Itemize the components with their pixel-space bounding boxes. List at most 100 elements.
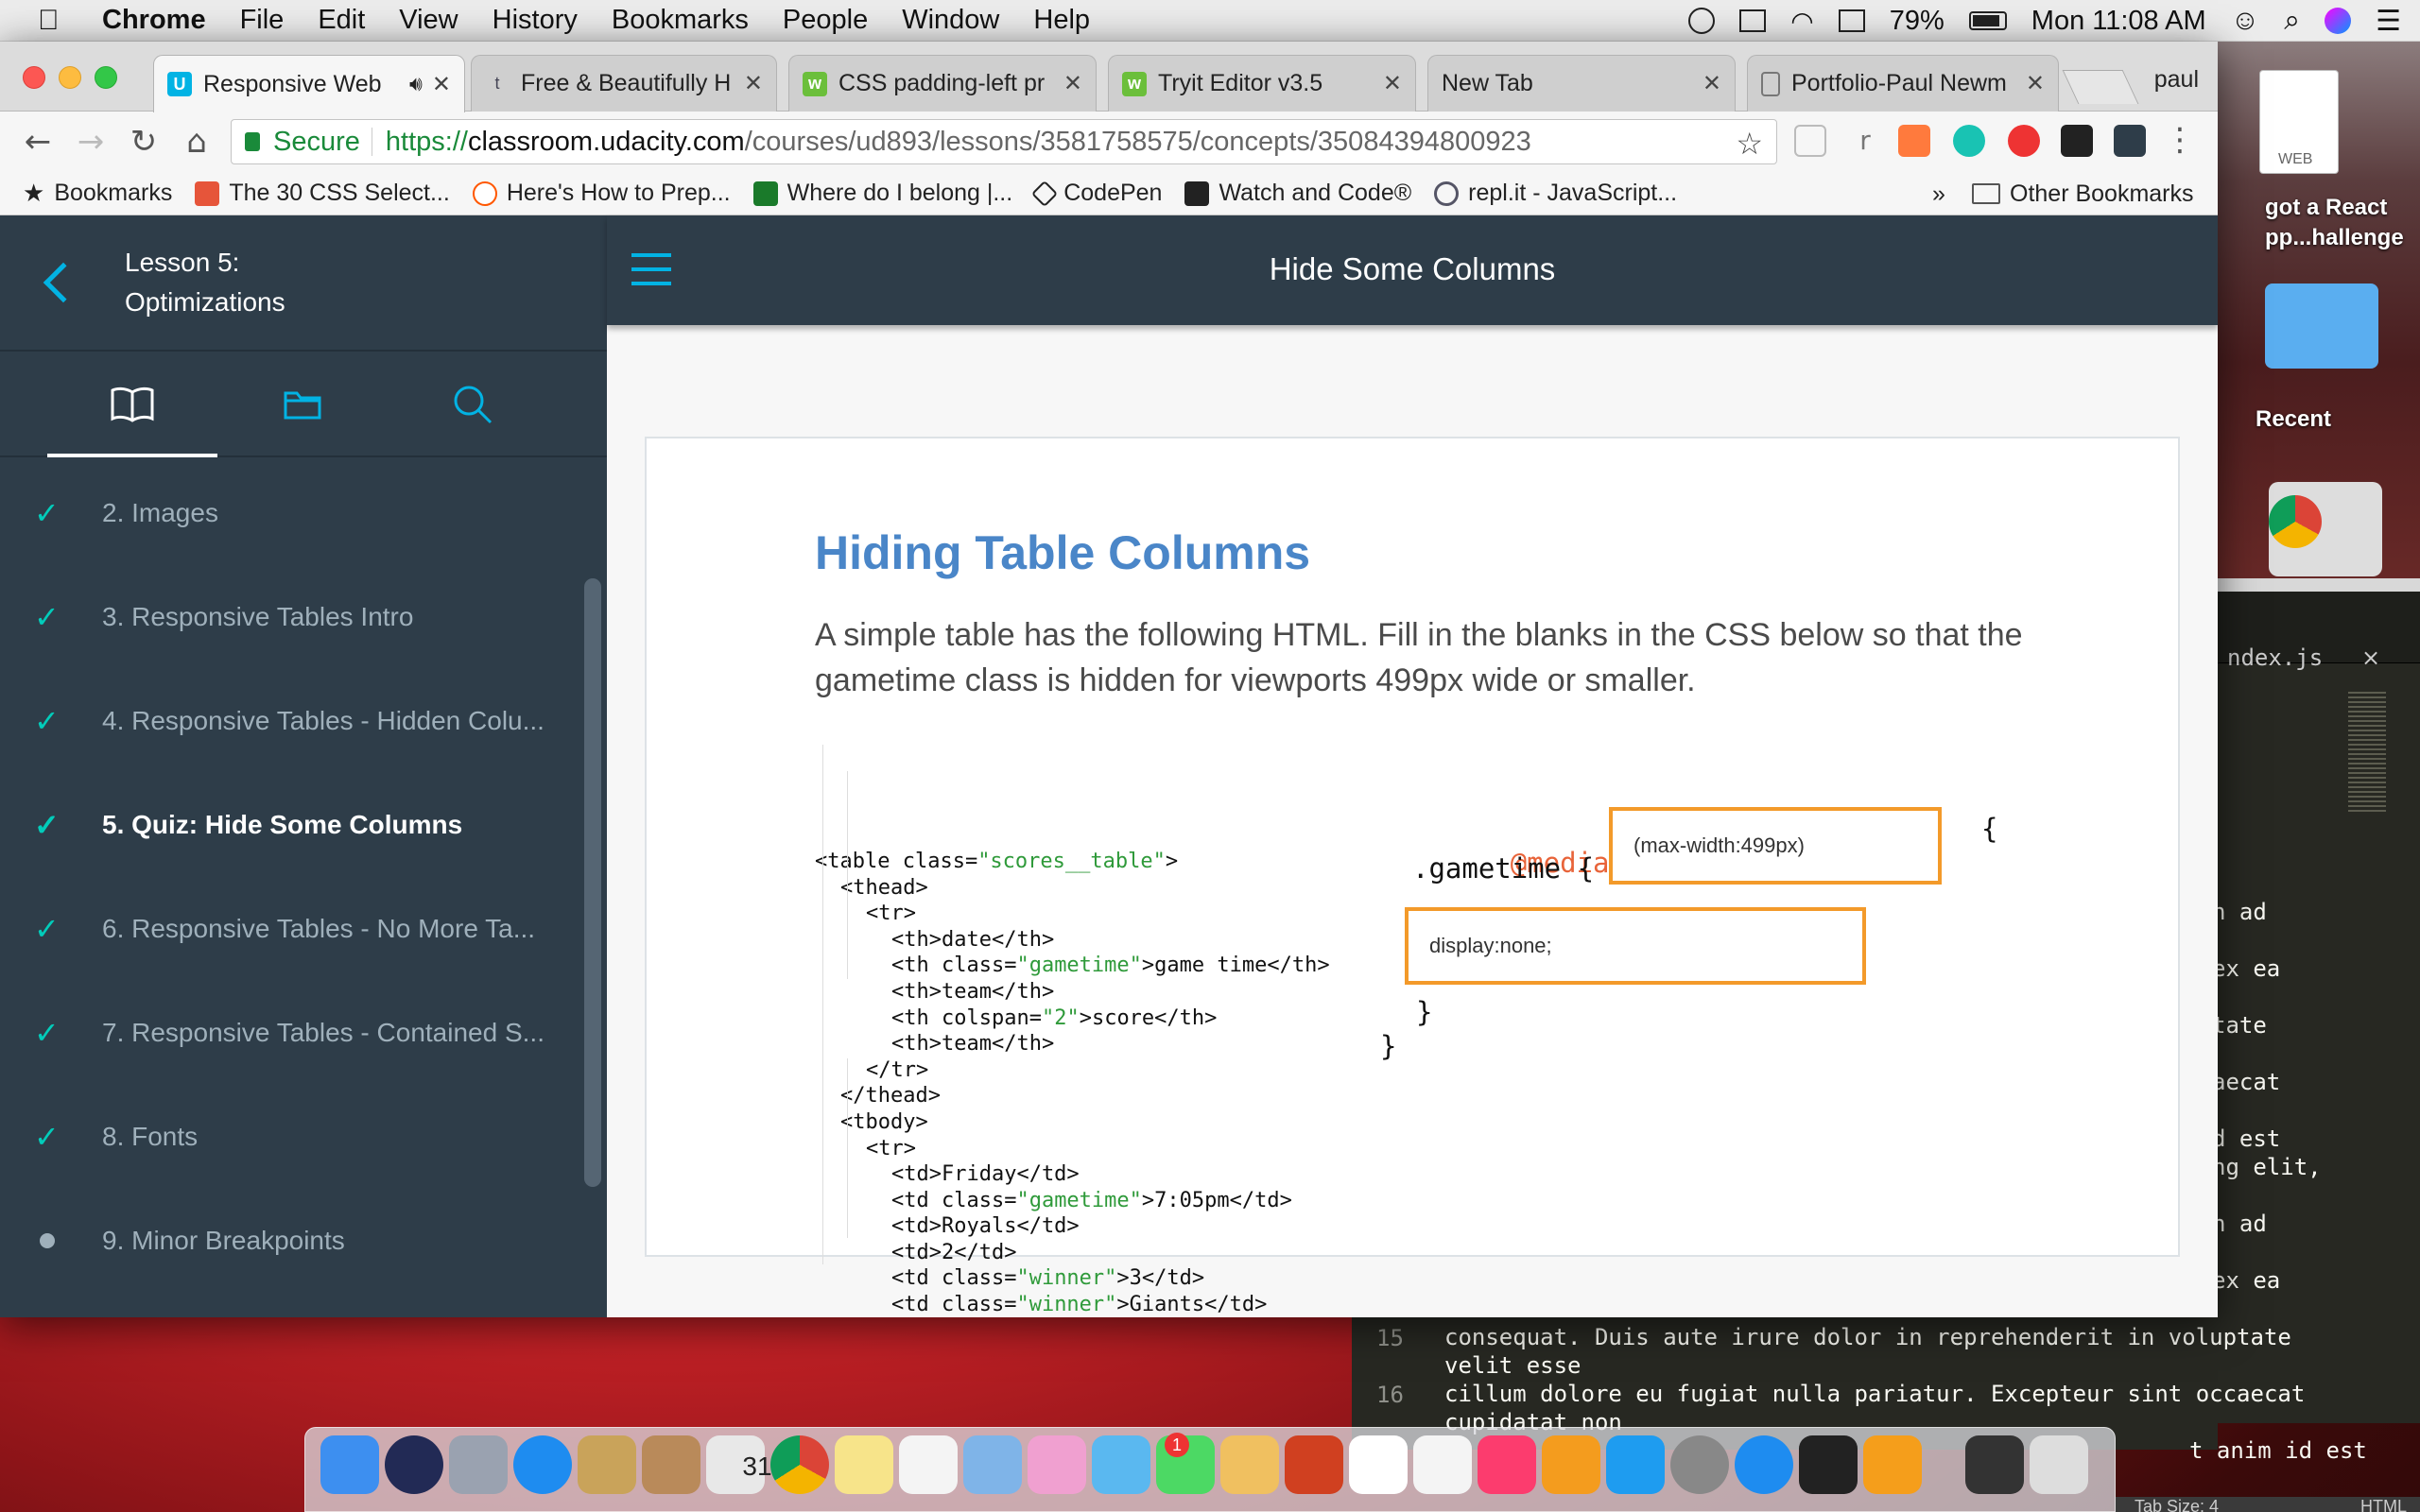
back-arrow-icon[interactable]: ← bbox=[23, 123, 53, 161]
address-bar[interactable]: Secure https:// classroom.udacity.com /c… bbox=[231, 119, 1777, 164]
terminal-icon[interactable] bbox=[1799, 1435, 1858, 1494]
forward-arrow-icon[interactable]: → bbox=[76, 123, 106, 161]
finder-icon[interactable] bbox=[320, 1435, 379, 1494]
editor-minimap[interactable] bbox=[2348, 692, 2386, 815]
answer-input-declaration[interactable]: display:none; bbox=[1405, 907, 1866, 985]
tab-close-icon[interactable]: ✕ bbox=[432, 71, 451, 98]
menu-file[interactable]: File bbox=[240, 5, 285, 36]
extension-tomato-icon[interactable] bbox=[2008, 125, 2040, 157]
menu-help[interactable]: Help bbox=[1033, 5, 1090, 36]
contacts-icon[interactable] bbox=[642, 1435, 700, 1494]
tab-free-beautifully[interactable]: t Free & Beautifully H ✕ bbox=[471, 55, 777, 112]
teamviewer-icon[interactable] bbox=[1735, 1435, 1793, 1494]
bookmark-item[interactable]: CodePen bbox=[1031, 180, 1162, 207]
extension-amazon-icon[interactable] bbox=[2061, 125, 2093, 157]
itunes-icon[interactable] bbox=[1478, 1435, 1536, 1494]
do-not-disturb-icon[interactable] bbox=[1688, 8, 1716, 34]
tab-new-tab[interactable]: New Tab ✕ bbox=[1427, 55, 1736, 112]
bookmark-star-icon[interactable]: ☆ bbox=[1736, 126, 1763, 162]
notification-center-icon[interactable]: ☰ bbox=[2376, 5, 2401, 38]
tab-concepts[interactable] bbox=[47, 352, 217, 457]
apple-icon[interactable]:  bbox=[38, 5, 70, 37]
tab-search[interactable] bbox=[388, 352, 558, 457]
chrome-menu-icon[interactable]: ⋮ bbox=[2164, 121, 2196, 159]
new-tab-button[interactable] bbox=[2062, 70, 2139, 104]
close-window-button[interactable] bbox=[23, 66, 45, 89]
numbers-icon[interactable] bbox=[1285, 1435, 1343, 1494]
keynote-icon[interactable] bbox=[1349, 1435, 1408, 1494]
bookmark-item[interactable]: Here's How to Prep... bbox=[472, 180, 731, 207]
other-bookmarks-button[interactable]: Other Bookmarks bbox=[1972, 172, 2194, 215]
system-preferences-icon[interactable] bbox=[1670, 1435, 1729, 1494]
tab-css-padding-left[interactable]: w CSS padding-left pr ✕ bbox=[788, 55, 1097, 112]
tab-close-icon[interactable]: ✕ bbox=[744, 70, 763, 97]
siri-icon[interactable] bbox=[2325, 8, 2352, 34]
airplay-icon[interactable] bbox=[1838, 9, 1865, 32]
messages-icon[interactable] bbox=[1092, 1435, 1150, 1494]
screen-mirror-icon[interactable] bbox=[1739, 9, 1767, 32]
answer-input-media-query[interactable]: (max-width:499px) bbox=[1609, 807, 1942, 885]
lesson-item[interactable]: 9. Minor Breakpoints bbox=[0, 1189, 586, 1293]
sublime-text-icon[interactable] bbox=[1863, 1435, 1922, 1494]
extension-m-icon[interactable] bbox=[1953, 125, 1985, 157]
ibooks-icon[interactable] bbox=[1542, 1435, 1600, 1494]
bookmark-item[interactable]: repl.it - JavaScript... bbox=[1434, 180, 1677, 207]
lesson-item[interactable]: ✓ 4. Responsive Tables - Hidden Colu... bbox=[0, 669, 586, 773]
extension-udacity-icon[interactable] bbox=[2114, 125, 2146, 157]
tab-close-icon[interactable]: ✕ bbox=[1383, 70, 1402, 97]
app-store-icon[interactable] bbox=[1606, 1435, 1665, 1494]
desktop-item-label-2[interactable]: pp...hallenge bbox=[2265, 225, 2404, 251]
mail-icon[interactable] bbox=[578, 1435, 636, 1494]
extension-hubspot-icon[interactable] bbox=[1898, 125, 1930, 157]
bookmark-item[interactable]: ★ Bookmarks bbox=[23, 179, 172, 208]
bookmark-item[interactable]: The 30 CSS Select... bbox=[195, 180, 450, 207]
safari-icon[interactable] bbox=[513, 1435, 572, 1494]
user-icon[interactable]: ☺ bbox=[2231, 5, 2260, 37]
menu-window[interactable]: Window bbox=[902, 5, 999, 36]
launchpad-icon[interactable] bbox=[449, 1435, 508, 1494]
pages-icon[interactable] bbox=[1220, 1435, 1279, 1494]
tab-close-icon[interactable]: ✕ bbox=[2026, 70, 2045, 97]
desktop-folder-icon[interactable] bbox=[2265, 284, 2378, 369]
menu-people[interactable]: People bbox=[783, 5, 868, 36]
lesson-item[interactable]: ✓ 7. Responsive Tables - Contained S... bbox=[0, 981, 586, 1085]
editor-tab-close-icon[interactable]: × bbox=[2361, 644, 2380, 671]
menu-edit[interactable]: Edit bbox=[318, 5, 365, 36]
chrome-app-icon[interactable] bbox=[2269, 495, 2322, 548]
siri-icon[interactable] bbox=[385, 1435, 443, 1494]
extension-cube-icon[interactable] bbox=[1794, 125, 1826, 157]
lesson-item[interactable]: ✓ 8. Fonts bbox=[0, 1085, 586, 1189]
textedit-icon[interactable] bbox=[1413, 1435, 1472, 1494]
home-icon[interactable]: ⌂ bbox=[182, 123, 212, 161]
lesson-item[interactable]: ✓ 6. Responsive Tables - No More Ta... bbox=[0, 877, 586, 981]
tab-portfolio[interactable]: Portfolio-Paul Newm ✕ bbox=[1747, 55, 2059, 112]
back-chevron-icon[interactable] bbox=[43, 262, 84, 303]
minimize-window-button[interactable] bbox=[59, 66, 81, 89]
notes-icon[interactable] bbox=[835, 1435, 893, 1494]
lesson-item[interactable]: ✓ 3. Responsive Tables Intro bbox=[0, 565, 586, 669]
reminders-icon[interactable] bbox=[899, 1435, 958, 1494]
menu-bookmarks[interactable]: Bookmarks bbox=[612, 5, 749, 36]
editor-tab-label[interactable]: ndex.js bbox=[2227, 644, 2323, 671]
tab-tryit-editor[interactable]: w Tryit Editor v3.5 ✕ bbox=[1108, 55, 1416, 112]
bookmark-item[interactable]: Watch and Code® bbox=[1184, 180, 1411, 207]
bookmark-item[interactable]: Where do I belong |... bbox=[752, 180, 1012, 207]
photos-icon[interactable] bbox=[1028, 1435, 1086, 1494]
reload-icon[interactable]: ↻ bbox=[129, 123, 159, 161]
lesson-item-current[interactable]: ✓ 5. Quiz: Hide Some Columns bbox=[0, 773, 586, 877]
preview-icon[interactable] bbox=[963, 1435, 1022, 1494]
zoom-window-button[interactable] bbox=[95, 66, 117, 89]
profile-name[interactable]: paul bbox=[2154, 66, 2199, 94]
downloads-stack-icon[interactable] bbox=[1965, 1435, 2024, 1494]
extension-r-icon[interactable]: r bbox=[1849, 125, 1881, 157]
sidebar-scrollbar[interactable] bbox=[584, 578, 601, 1187]
tab-responsive-web[interactable]: U Responsive Web 🔊︎ ✕ bbox=[153, 55, 465, 112]
lesson-item[interactable]: ✓ 2. Images bbox=[0, 461, 586, 565]
battery-icon[interactable] bbox=[1968, 11, 2007, 30]
wifi-icon[interactable]: ◠ bbox=[1790, 6, 1813, 37]
menubar-clock[interactable]: Mon 11:08 AM bbox=[2031, 6, 2206, 37]
tab-close-icon[interactable]: ✕ bbox=[1063, 70, 1082, 97]
menu-history[interactable]: History bbox=[493, 5, 578, 36]
menu-app-name[interactable]: Chrome bbox=[102, 5, 206, 36]
bookmarks-overflow-button[interactable]: » bbox=[1932, 172, 1945, 215]
